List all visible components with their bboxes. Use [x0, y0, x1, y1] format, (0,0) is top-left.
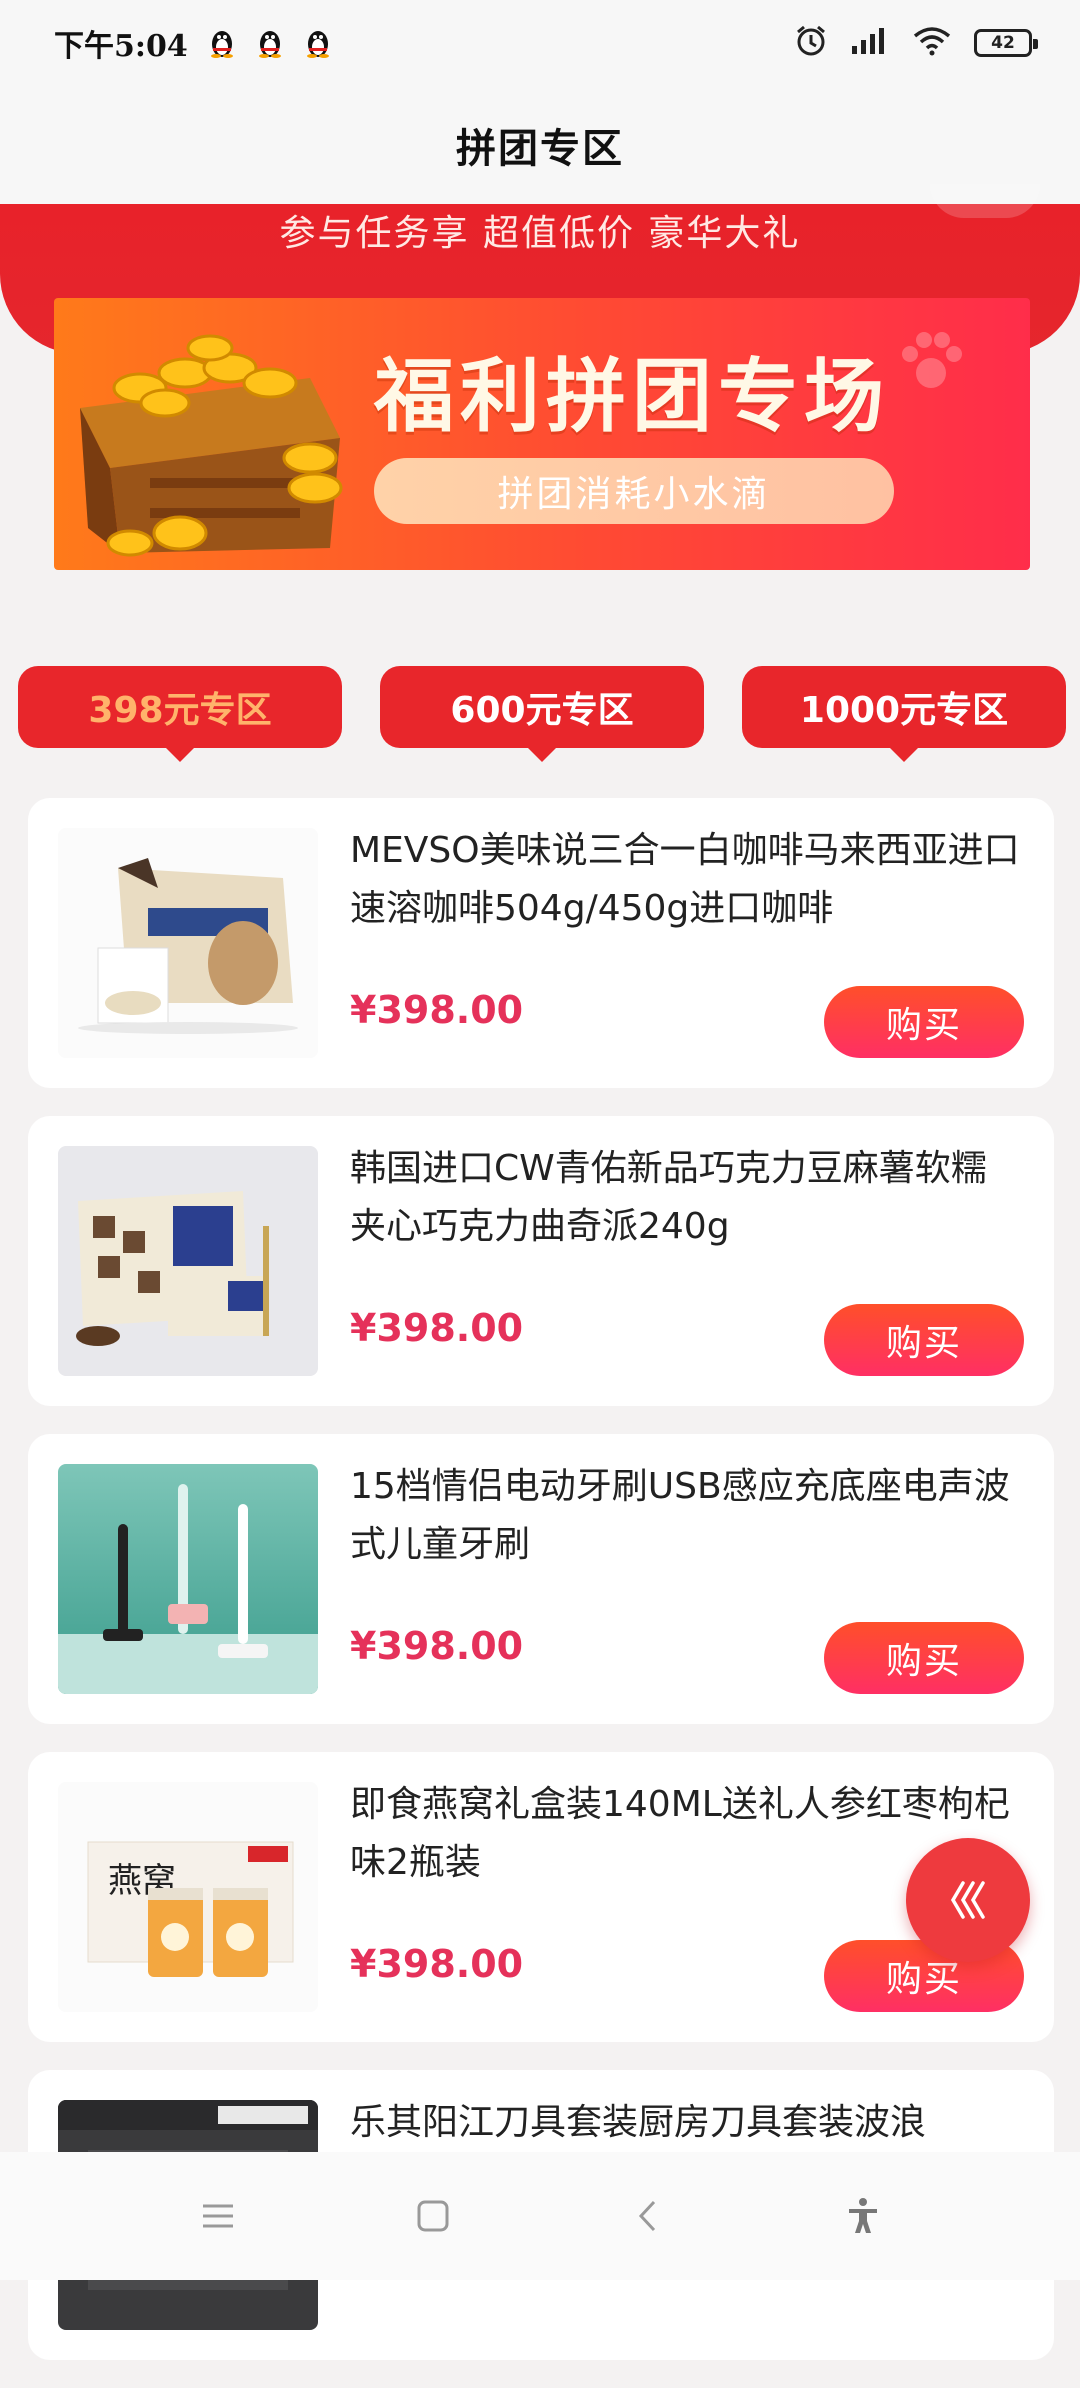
- product-card[interactable]: 燕窝 即食燕窝礼盒装140ML送礼人参红枣枸杞味2瓶装 ¥398.00 购买: [28, 1752, 1054, 2042]
- product-price: ¥398.00: [350, 1942, 524, 1986]
- product-list: MEVSO美味说三合一白咖啡马来西亚进口速溶咖啡504g/450g进口咖啡 ¥3…: [28, 798, 1054, 2388]
- menu-icon[interactable]: [188, 2186, 248, 2246]
- banner-subtitle-pill: 拼团消耗小水滴: [374, 458, 894, 524]
- product-image-cookies: [58, 1146, 318, 1376]
- back-icon[interactable]: [618, 2186, 678, 2246]
- buy-button[interactable]: 购买: [824, 986, 1024, 1058]
- product-price: ¥398.00: [350, 1306, 524, 1350]
- product-name: 15档情侣电动牙刷USB感应充底座电声波式儿童牙刷: [350, 1466, 1010, 1565]
- alarm-icon: [794, 24, 828, 62]
- home-square-icon[interactable]: [403, 2186, 463, 2246]
- system-nav-bar: [0, 2152, 1080, 2280]
- title-bar: 拼团专区: [0, 86, 1080, 204]
- product-card[interactable]: 15档情侣电动牙刷USB感应充底座电声波式儿童牙刷 ¥398.00 购买: [28, 1434, 1054, 1724]
- wifi-icon: [912, 26, 952, 60]
- treasure-chest-icon: [80, 334, 343, 557]
- tab-600-zone[interactable]: 600元专区: [380, 666, 704, 762]
- battery-indicator: 42: [974, 29, 1038, 57]
- product-price: ¥398.00: [350, 1624, 524, 1668]
- accessibility-icon[interactable]: [833, 2186, 893, 2246]
- promo-slogan: 参与任务享 超值低价 豪华大礼: [279, 213, 801, 254]
- chevrons-left-icon: [950, 1881, 985, 1919]
- tab-1000-zone[interactable]: 1000元专区: [742, 666, 1066, 762]
- qq-penguin-icon: [304, 28, 332, 58]
- floating-action-button[interactable]: [906, 1838, 1030, 1962]
- tab-398-zone[interactable]: 398元专区: [18, 666, 342, 762]
- paw-decoration-icon: [902, 332, 962, 388]
- buy-button[interactable]: 购买: [824, 1622, 1024, 1694]
- product-image-birds-nest: 燕窝: [58, 1782, 318, 2012]
- product-image-coffee: [58, 828, 318, 1058]
- qq-penguin-icon: [208, 28, 236, 58]
- product-card[interactable]: MEVSO美味说三合一白咖啡马来西亚进口速溶咖啡504g/450g进口咖啡 ¥3…: [28, 798, 1054, 1088]
- banner-title: 福利拼团专场: [374, 350, 890, 443]
- page-title: 拼团专区: [456, 125, 624, 172]
- status-bar-right: 42: [794, 24, 1038, 62]
- promo-banner[interactable]: 福利拼团专场 拼团消耗小水滴: [54, 298, 1030, 570]
- status-bar: 下午5:04 42: [0, 0, 1080, 86]
- product-card[interactable]: 韩国进口CW青佑新品巧克力豆麻薯软糯夹心巧克力曲奇派240g ¥398.00 购…: [28, 1116, 1054, 1406]
- buy-button[interactable]: 购买: [824, 1304, 1024, 1376]
- qq-penguin-icon: [256, 28, 284, 58]
- zone-tabs: 398元专区 600元专区 1000元专区: [18, 666, 1066, 762]
- product-name: 乐其阳江刀具套装厨房刀具套装波浪: [350, 2102, 927, 2143]
- product-image-toothbrush: [58, 1464, 318, 1694]
- product-price: ¥398.00: [350, 988, 524, 1032]
- banner-subtitle: 拼团消耗小水滴: [497, 474, 771, 515]
- product-name: 韩国进口CW青佑新品巧克力豆麻薯软糯夹心巧克力曲奇派240g: [350, 1148, 987, 1247]
- signal-icon: [850, 26, 890, 60]
- status-time: 下午5:04: [54, 29, 188, 64]
- product-name: MEVSO美味说三合一白咖啡马来西亚进口速溶咖啡504g/450g进口咖啡: [350, 830, 1020, 929]
- status-bar-left: 下午5:04: [54, 21, 332, 65]
